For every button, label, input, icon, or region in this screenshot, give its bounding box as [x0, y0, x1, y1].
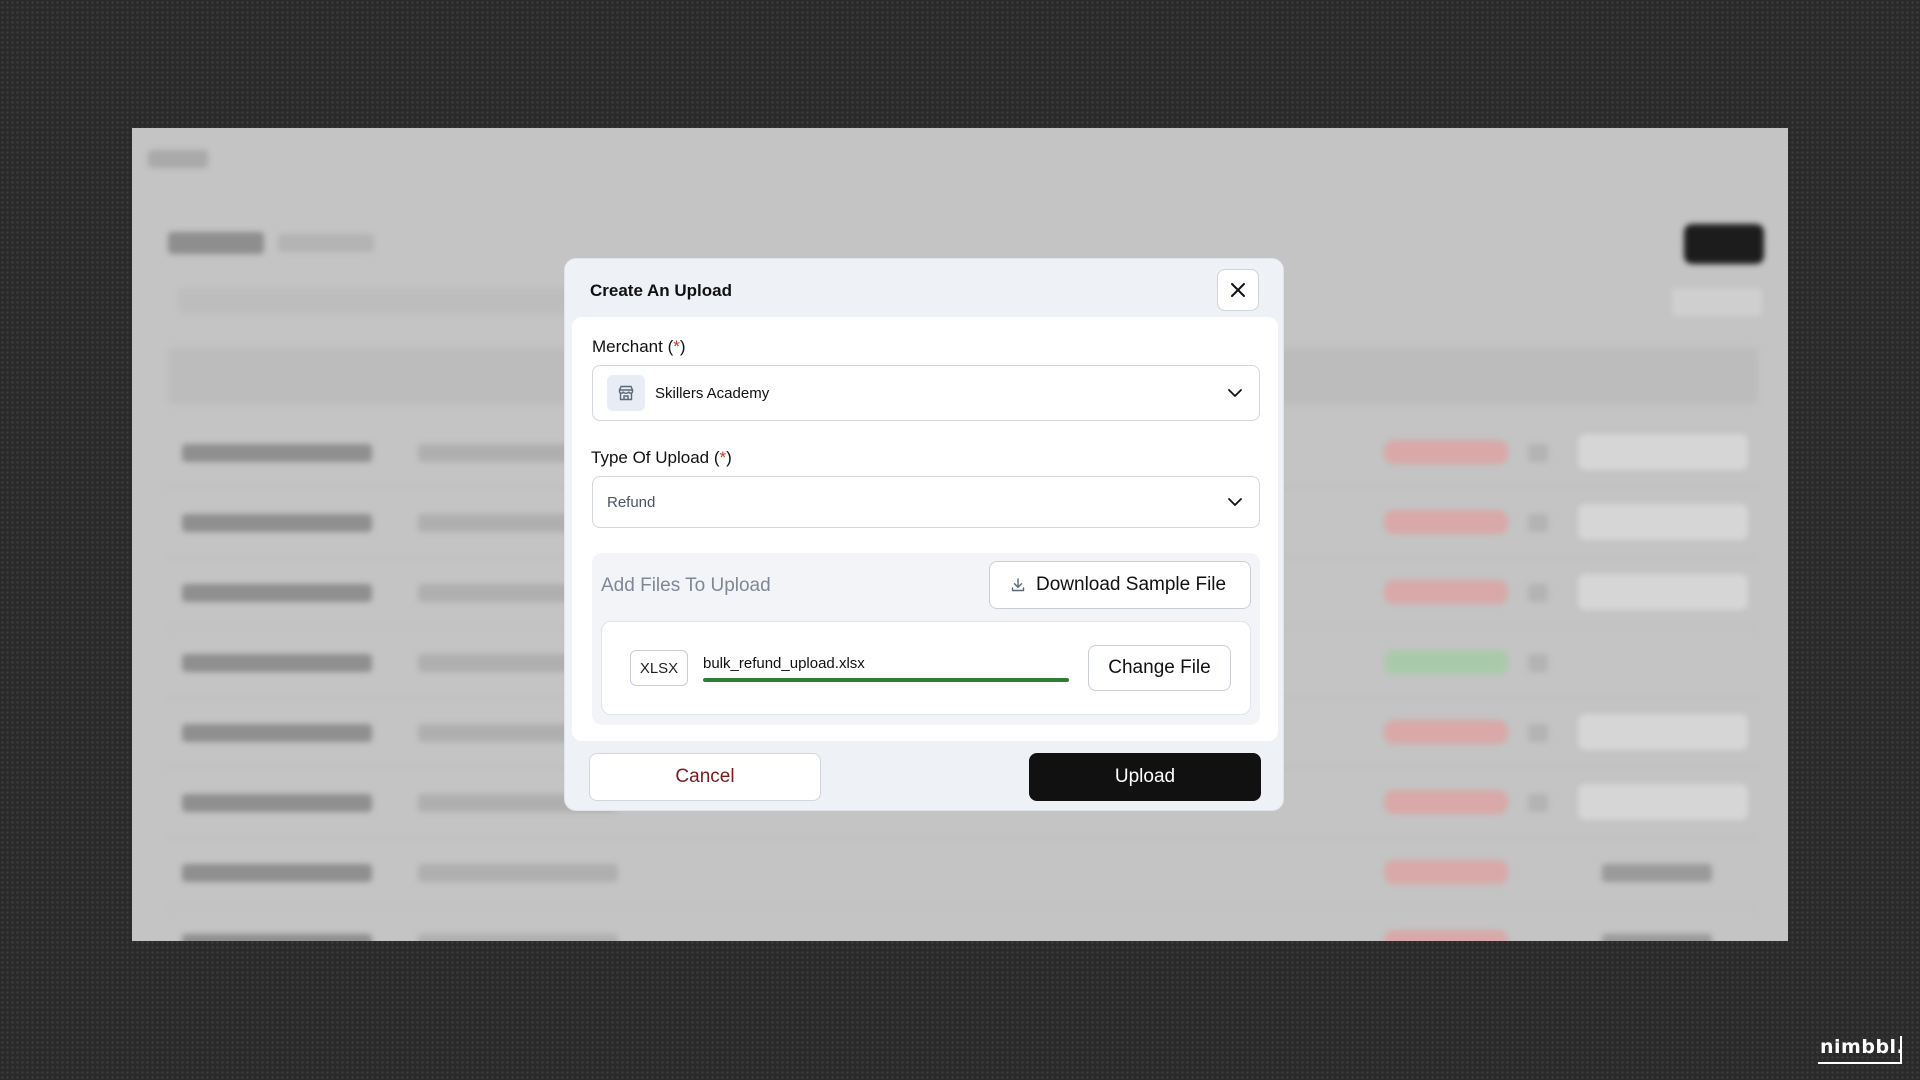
type-label-text: Type Of Upload	[591, 448, 710, 467]
upload-progress-bar	[703, 678, 1069, 682]
merchant-required-mark: *	[673, 337, 680, 356]
change-file-button[interactable]: Change File	[1088, 645, 1231, 691]
bg-table-row	[168, 838, 1758, 908]
merchant-required-close: )	[679, 337, 686, 356]
bg-page-subheading	[278, 234, 374, 252]
create-upload-modal: Create An Upload Merchant (*) Skillers A…	[564, 258, 1284, 811]
chevron-down-icon	[1228, 389, 1242, 397]
type-of-upload-select[interactable]: Refund	[592, 476, 1260, 528]
brand-logo-bar	[1900, 1036, 1902, 1064]
brand-logo: nimbbl.	[1820, 1036, 1905, 1058]
close-icon	[1231, 283, 1245, 297]
modal-title: Create An Upload	[590, 281, 733, 300]
download-icon	[1011, 578, 1025, 592]
bg-page-heading	[168, 232, 264, 254]
modal-header: Create An Upload	[565, 259, 1283, 317]
file-type-badge: XLSX	[630, 650, 688, 686]
store-icon	[607, 375, 645, 411]
type-of-upload-label: Type Of Upload (*)	[591, 448, 732, 468]
file-name: bulk_refund_upload.xlsx	[703, 655, 865, 672]
bg-filter-button	[1672, 288, 1762, 316]
chevron-down-icon	[1228, 498, 1242, 506]
close-button[interactable]	[1217, 269, 1259, 311]
merchant-required-open: (	[662, 337, 674, 356]
type-of-upload-value: Refund	[607, 494, 656, 511]
type-required-open: (	[709, 448, 720, 467]
upload-area-label: Add Files To Upload	[601, 575, 771, 596]
bg-primary-button	[1684, 224, 1764, 264]
bg-table-row	[168, 908, 1758, 941]
file-upload-area: Add Files To Upload Download Sample File…	[592, 553, 1260, 725]
bg-filter-bar	[178, 288, 598, 314]
modal-body: Merchant (*) Skillers Academy Type Of Up…	[572, 317, 1278, 741]
cancel-button[interactable]: Cancel	[589, 753, 821, 801]
merchant-select-value: Skillers Academy	[655, 385, 770, 402]
download-sample-label: Download Sample File	[1036, 574, 1227, 595]
brand-logo-underline	[1818, 1062, 1902, 1064]
merchant-label: Merchant (*)	[592, 337, 686, 357]
download-sample-button[interactable]: Download Sample File	[989, 561, 1251, 609]
uploaded-file-card: XLSX bulk_refund_upload.xlsx Change File	[601, 621, 1251, 715]
type-required-close: )	[726, 448, 732, 467]
bg-app-title	[148, 150, 208, 168]
upload-progress-fill	[703, 678, 1069, 682]
merchant-select[interactable]: Skillers Academy	[592, 365, 1260, 421]
merchant-label-text: Merchant	[592, 337, 663, 356]
upload-button[interactable]: Upload	[1029, 753, 1261, 801]
